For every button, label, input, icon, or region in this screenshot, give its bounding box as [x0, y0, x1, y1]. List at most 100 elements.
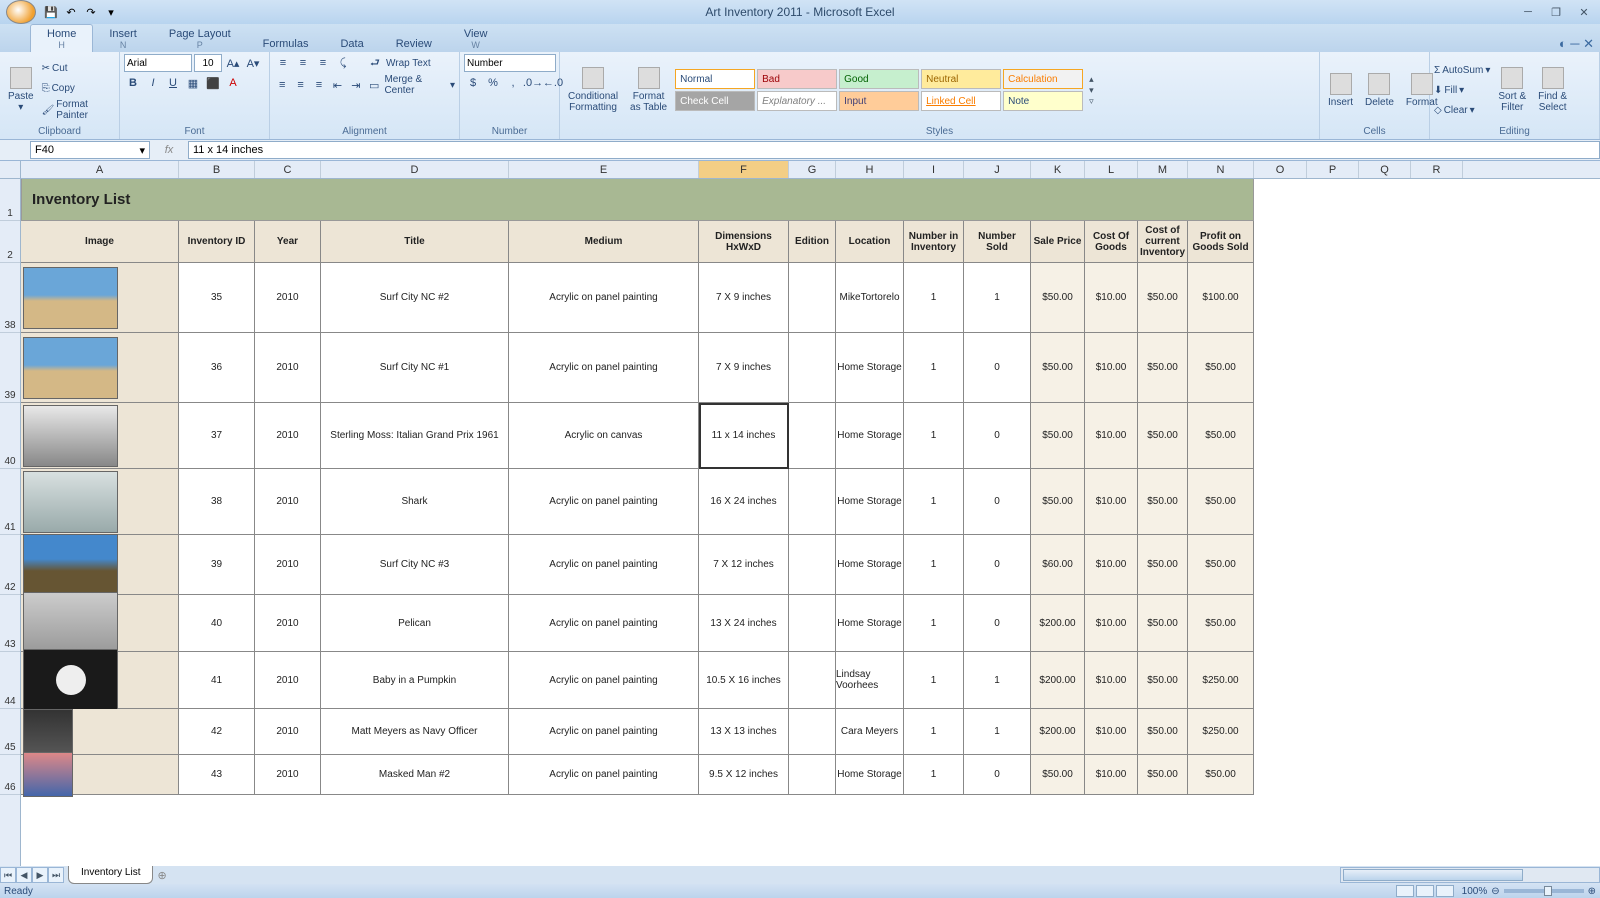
delete-cells-button[interactable]: Delete — [1361, 71, 1398, 110]
col-header-K[interactable]: K — [1031, 161, 1085, 178]
table-cell[interactable]: Home Storage — [836, 595, 904, 652]
table-cell[interactable]: $50.00 — [1188, 595, 1254, 652]
percent-icon[interactable]: % — [484, 74, 502, 92]
align-top-icon[interactable]: ≡ — [274, 54, 292, 72]
table-cell[interactable] — [789, 755, 836, 795]
col-header-R[interactable]: R — [1411, 161, 1463, 178]
table-cell[interactable]: Surf City NC #3 — [321, 535, 509, 595]
table-cell[interactable] — [21, 595, 179, 652]
table-cell[interactable]: 2010 — [255, 595, 321, 652]
align-center-icon[interactable]: ≡ — [292, 76, 308, 94]
style-check-cell[interactable]: Check Cell — [675, 91, 755, 111]
table-cell[interactable]: 7 X 9 inches — [699, 333, 789, 403]
table-cell[interactable]: $50.00 — [1188, 755, 1254, 795]
insert-cells-button[interactable]: Insert — [1324, 71, 1357, 110]
table-cell[interactable]: $250.00 — [1188, 652, 1254, 709]
table-header[interactable]: Sale Price — [1031, 221, 1085, 263]
comma-icon[interactable]: , — [504, 74, 522, 92]
table-cell[interactable]: $10.00 — [1085, 263, 1138, 333]
style-explanatory[interactable]: Explanatory ... — [757, 91, 837, 111]
table-cell[interactable]: 43 — [179, 755, 255, 795]
align-right-icon[interactable]: ≡ — [311, 76, 327, 94]
format-painter-button[interactable]: 🖌 Format Painter — [42, 99, 115, 121]
zoom-in-icon[interactable]: ⊕ — [1588, 886, 1596, 897]
table-cell[interactable] — [789, 595, 836, 652]
style-neutral[interactable]: Neutral — [921, 69, 1001, 89]
sort-filter-button[interactable]: Sort & Filter — [1494, 65, 1530, 115]
zoom-slider[interactable] — [1504, 889, 1584, 893]
save-icon[interactable]: 💾 — [42, 3, 60, 21]
select-all-corner[interactable] — [0, 161, 21, 179]
formula-input[interactable]: 11 x 14 inches — [188, 141, 1600, 159]
table-cell[interactable]: $10.00 — [1085, 535, 1138, 595]
table-cell[interactable] — [789, 333, 836, 403]
style-note[interactable]: Note — [1003, 91, 1083, 111]
table-cell[interactable]: Acrylic on panel painting — [509, 755, 699, 795]
col-header-A[interactable]: A — [21, 161, 179, 178]
tab-next-icon[interactable]: ▶ — [32, 867, 48, 883]
table-cell[interactable]: $50.00 — [1138, 595, 1188, 652]
table-header[interactable]: Medium — [509, 221, 699, 263]
table-cell[interactable] — [21, 652, 179, 709]
style-linked-cell[interactable]: Linked Cell — [921, 91, 1001, 111]
sheet-tab-inventory-list[interactable]: Inventory List — [68, 866, 153, 884]
align-middle-icon[interactable]: ≡ — [294, 54, 312, 72]
table-cell[interactable]: 36 — [179, 333, 255, 403]
normal-view-icon[interactable] — [1396, 885, 1414, 897]
table-cell[interactable]: Home Storage — [836, 469, 904, 535]
col-header-G[interactable]: G — [789, 161, 836, 178]
table-cell[interactable]: Acrylic on panel painting — [509, 652, 699, 709]
table-cell[interactable]: 41 — [179, 652, 255, 709]
tab-formulas[interactable]: Formulas — [247, 35, 325, 52]
table-cell[interactable]: $50.00 — [1188, 535, 1254, 595]
tab-view[interactable]: ViewW — [448, 25, 504, 52]
col-header-C[interactable]: C — [255, 161, 321, 178]
merge-icon[interactable]: ▭ — [366, 76, 382, 94]
col-header-P[interactable]: P — [1307, 161, 1359, 178]
table-cell[interactable]: $50.00 — [1031, 333, 1085, 403]
indent-dec-icon[interactable]: ⇤ — [329, 76, 345, 94]
table-cell[interactable] — [21, 333, 179, 403]
shrink-font-icon[interactable]: A▾ — [244, 54, 262, 72]
namebox-dropdown-icon[interactable]: ▾ — [139, 144, 145, 157]
clear-button[interactable]: ◇ Clear ▾ — [1434, 101, 1490, 119]
style-input[interactable]: Input — [839, 91, 919, 111]
table-header[interactable]: Inventory ID — [179, 221, 255, 263]
col-header-I[interactable]: I — [904, 161, 964, 178]
table-cell[interactable]: Pelican — [321, 595, 509, 652]
row-header-38[interactable]: 38 — [0, 263, 20, 333]
table-cell[interactable]: 1 — [904, 469, 964, 535]
table-cell[interactable]: $50.00 — [1188, 333, 1254, 403]
orientation-icon[interactable]: ⤹ — [334, 54, 352, 72]
table-cell[interactable]: $200.00 — [1031, 595, 1085, 652]
table-cell[interactable]: $50.00 — [1188, 403, 1254, 469]
table-header[interactable]: Number Sold — [964, 221, 1031, 263]
table-cell[interactable]: 0 — [964, 469, 1031, 535]
table-cell[interactable] — [789, 263, 836, 333]
qat-dropdown-icon[interactable]: ▾ — [102, 3, 120, 21]
table-cell[interactable]: Lindsay Voorhees — [836, 652, 904, 709]
zoom-out-icon[interactable]: ⊖ — [1491, 886, 1499, 897]
table-cell[interactable]: $200.00 — [1031, 709, 1085, 755]
restore-button[interactable]: ❐ — [1544, 4, 1568, 20]
table-cell[interactable]: 2010 — [255, 535, 321, 595]
row-header-42[interactable]: 42 — [0, 535, 20, 595]
scrollbar-thumb[interactable] — [1343, 869, 1523, 881]
table-cell[interactable]: Sterling Moss: Italian Grand Prix 1961 — [321, 403, 509, 469]
indent-inc-icon[interactable]: ⇥ — [348, 76, 364, 94]
table-cell[interactable] — [21, 403, 179, 469]
table-cell[interactable]: 0 — [964, 403, 1031, 469]
table-cell[interactable]: 42 — [179, 709, 255, 755]
tab-review[interactable]: Review — [380, 35, 448, 52]
table-cell[interactable]: 0 — [964, 535, 1031, 595]
table-cell[interactable] — [21, 469, 179, 535]
row-header-41[interactable]: 41 — [0, 469, 20, 535]
underline-icon[interactable]: U — [164, 74, 182, 92]
table-header[interactable]: Dimensions HxWxD — [699, 221, 789, 263]
table-cell[interactable]: $50.00 — [1031, 263, 1085, 333]
table-cell[interactable]: $50.00 — [1031, 755, 1085, 795]
table-cell[interactable]: 1 — [964, 709, 1031, 755]
table-cell[interactable]: $10.00 — [1085, 709, 1138, 755]
table-cell[interactable]: 2010 — [255, 403, 321, 469]
col-header-N[interactable]: N — [1188, 161, 1254, 178]
